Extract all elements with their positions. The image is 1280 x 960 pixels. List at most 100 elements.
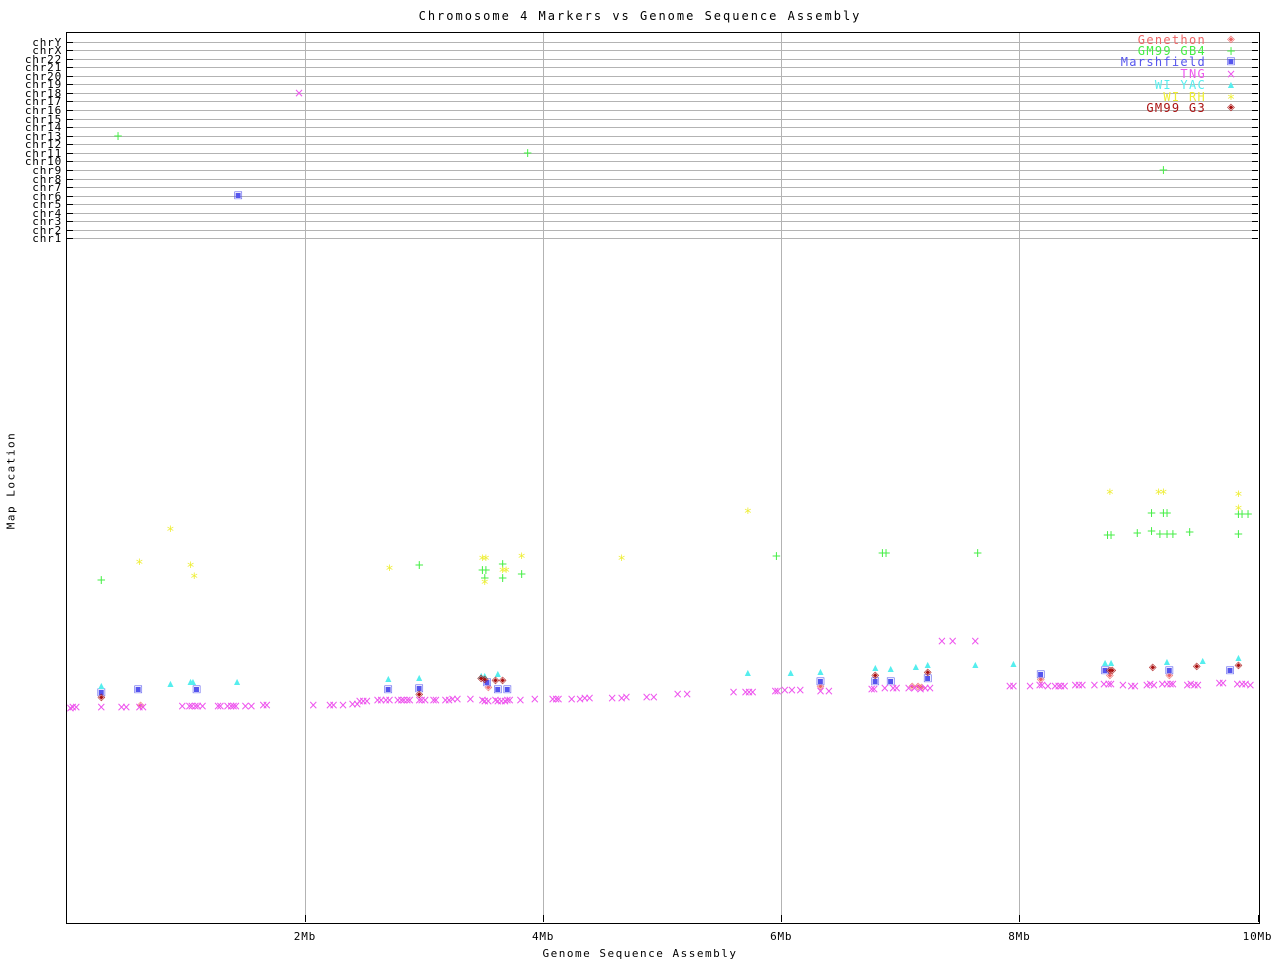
data-point: ▣ — [1164, 665, 1175, 676]
data-point: + — [414, 558, 425, 572]
data-point: ▲ — [817, 667, 824, 676]
chrom-tick-left — [66, 195, 73, 197]
chrom-tick-left — [66, 229, 73, 231]
data-point: × — [529, 692, 540, 706]
data-point: ▲ — [385, 674, 392, 683]
data-point: × — [869, 682, 880, 696]
data-point: ▣ — [191, 684, 202, 695]
chrom-tick-right — [1251, 152, 1258, 154]
data-point: ◈ — [480, 674, 489, 685]
chrom-gridline — [72, 212, 1252, 214]
chrom-tick-right — [1251, 84, 1258, 86]
chrom-tick-left — [66, 84, 73, 86]
data-point: ◈ — [498, 675, 507, 686]
data-point: ▲ — [887, 664, 894, 673]
chrom-tick-right — [1251, 50, 1258, 52]
data-point: × — [1245, 678, 1256, 692]
data-point: ▲ — [189, 677, 197, 686]
data-point: * — [1106, 487, 1114, 503]
data-point: × — [308, 698, 319, 712]
data-point: ▲ — [1010, 659, 1017, 668]
data-point: × — [197, 699, 208, 713]
chrom-tick-right — [1251, 75, 1258, 77]
data-point: * — [190, 571, 198, 587]
data-point: ▲ — [972, 660, 979, 669]
chrom-tick-right — [1251, 169, 1258, 171]
data-point: ◈ — [415, 689, 424, 700]
data-point: × — [1077, 678, 1088, 692]
chrom-tick-left — [66, 204, 73, 206]
data-point: × — [452, 692, 463, 706]
data-point: * — [744, 506, 752, 522]
data-point: × — [553, 692, 564, 706]
chrom-tick-left — [66, 118, 73, 120]
data-point: × — [747, 685, 758, 699]
chrom-gridline — [72, 118, 1252, 120]
x-tick — [1257, 914, 1259, 922]
data-point: ▲ — [912, 662, 919, 671]
chrom-tick-right — [1251, 229, 1258, 231]
chrom-tick-left — [66, 41, 73, 43]
chrom-gridline — [72, 238, 1252, 240]
chromosome-hit-point: + — [112, 128, 124, 143]
data-point: × — [795, 683, 806, 697]
data-point: × — [121, 700, 132, 714]
data-point: ◈ — [1234, 660, 1243, 671]
data-point: × — [361, 694, 372, 708]
data-point: × — [970, 634, 981, 648]
chrom-tick-left — [66, 75, 73, 77]
legend-marker-icon: × — [1225, 66, 1237, 81]
data-point: × — [71, 700, 82, 714]
chart-canvas: Chromosome 4 Markers vs Genome Sequence … — [0, 0, 1280, 960]
chrom-tick-left — [66, 67, 73, 69]
data-point: ▲ — [98, 681, 105, 690]
data-point: × — [137, 700, 149, 714]
legend-marker-icon: + — [1225, 43, 1237, 58]
data-point: + — [1161, 506, 1173, 520]
chrom-tick-left — [66, 135, 73, 137]
chrom-tick-left — [66, 187, 73, 189]
chrom-gridline — [72, 135, 1252, 137]
data-point: * — [502, 565, 510, 581]
chrom-tick-right — [1251, 204, 1258, 206]
mb-gridline — [1019, 32, 1021, 922]
chrom-tick-left — [66, 110, 73, 112]
chrom-tick-right — [1251, 195, 1258, 197]
chrom-gridline — [72, 169, 1252, 171]
data-point: ▲ — [416, 673, 423, 682]
data-point: × — [682, 687, 693, 701]
chromosome-hit-point: ▣ — [233, 189, 243, 201]
data-point: + — [1184, 525, 1195, 539]
chrom-label: chr1 — [32, 232, 62, 246]
data-point: × — [261, 698, 272, 712]
data-point: × — [1059, 679, 1070, 693]
chrom-tick-left — [66, 212, 73, 214]
x-tick-label: 2Mb — [293, 930, 317, 943]
x-tick — [304, 914, 306, 922]
data-point: ◈ — [1148, 662, 1157, 673]
data-point: ▲ — [167, 679, 174, 688]
data-point: * — [518, 551, 526, 567]
chrom-tick-left — [66, 58, 73, 60]
chrom-gridline — [72, 221, 1252, 223]
chrom-tick-right — [1251, 221, 1258, 223]
chrom-tick-left — [66, 161, 73, 163]
data-point: ◈ — [871, 670, 880, 681]
chrom-gridline — [72, 144, 1252, 146]
data-point: × — [621, 690, 632, 704]
chrom-tick-right — [1251, 144, 1258, 146]
data-point: * — [385, 563, 393, 579]
data-point: × — [891, 681, 902, 695]
data-point: × — [584, 691, 595, 705]
chrom-tick-right — [1251, 58, 1258, 60]
chrom-tick-right — [1251, 67, 1258, 69]
x-tick — [543, 914, 545, 922]
data-point: * — [166, 524, 174, 540]
data-point: ▣ — [133, 684, 143, 695]
data-point: × — [936, 634, 947, 648]
x-tick — [1019, 914, 1021, 922]
chrom-gridline — [72, 161, 1252, 163]
chrom-gridline — [72, 204, 1252, 206]
data-point: * — [482, 553, 490, 569]
chrom-tick-right — [1251, 187, 1258, 189]
